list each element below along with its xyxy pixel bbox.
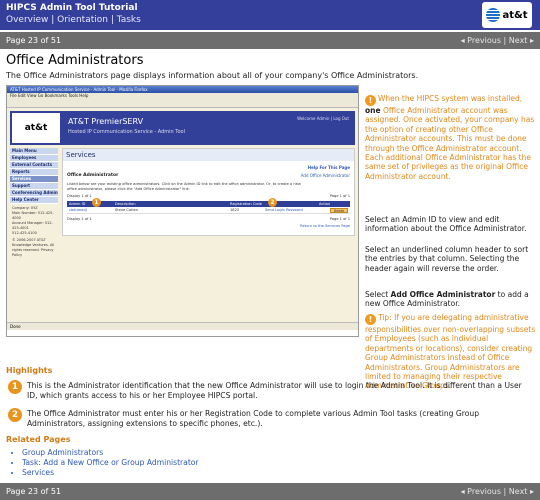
cell-description: Steve Cohen [115, 208, 138, 212]
app-title: HIPCS Admin Tool Tutorial [6, 3, 138, 13]
contact-info: Company: XYZ Main Number: 512-425-4000 A… [12, 206, 54, 235]
add-text-bold: Add Office Administrator [390, 290, 496, 299]
highlight-number-1: 1 [8, 380, 22, 394]
pager-nav: ◂ Previous | Next ▸ [461, 36, 534, 45]
portal-logo: at&t [12, 113, 60, 143]
admin-tool-screenshot: AT&T Hosted IP Communication Service - A… [6, 85, 359, 337]
portal-banner: at&t AT&T PremierSERV Hosted IP Communic… [10, 111, 355, 145]
cell-admin-id: cbaumadj [69, 208, 87, 212]
copyright-text: © 2006-2007 AT&T Knowledge Ventures. All… [12, 238, 55, 257]
portal-brand: AT&T PremierSERV [68, 117, 144, 126]
portal-help-link: Help For This Page [307, 165, 350, 170]
page-number: Page 23 of 51 [6, 36, 62, 45]
next-link[interactable]: Next ▸ [509, 36, 534, 45]
related-link-services[interactable]: Services [22, 468, 199, 478]
portal-display-count: Display 1 of 1 [67, 194, 92, 198]
cell-registration-code: 1825 [230, 208, 240, 212]
note-text-bold: one [365, 106, 381, 115]
sidebar-item-conferencing: Conferencing Admin [10, 190, 58, 197]
globe-icon [486, 8, 501, 22]
portal-heading: Office Administrator [67, 173, 119, 178]
cell-send-password: Send Login Password [265, 208, 303, 212]
related-pages-list: Group Administrators Task: Add a New Off… [22, 448, 199, 478]
portal-subtitle: Hosted IP Communication Service - Admin … [68, 129, 185, 135]
browser-toolbar [7, 99, 358, 108]
next-link-bottom[interactable]: Next ▸ [509, 487, 534, 496]
top-nav: Overview | Orientation | Tasks [6, 15, 141, 25]
highlight-text-1: This is the Administrator identification… [27, 381, 522, 400]
portal-welcome: Welcome Admin | Log Out [297, 116, 349, 121]
pager-separator-bottom: | [503, 487, 507, 496]
sidebar-item-employees: Employees [10, 155, 58, 162]
portal-page-count-bottom: Page 1 of 1 [329, 217, 350, 221]
note-text-pre: When the HIPCS system was installed, [378, 94, 523, 103]
add-text-pre: Select [365, 290, 391, 299]
callout-2-marker: 2 [268, 198, 277, 207]
install-note: ! When the HIPCS system was installed, on… [365, 94, 537, 181]
highlight-text-2: The Office Administrator must enter his … [27, 409, 480, 428]
cell-delete-button: Delete [330, 208, 348, 213]
sidebar-item-main-menu: Main Menu [10, 148, 58, 155]
nav-orientation[interactable]: Orientation [57, 15, 108, 25]
highlights-title: Highlights [6, 366, 53, 375]
note-text-post: Office Administrator account was assigne… [365, 106, 535, 181]
table-row: cbaumadj Steve Cohen 1825 Send Login Pas… [67, 207, 350, 214]
nav-tasks[interactable]: Tasks [117, 15, 141, 25]
app-header: HIPCS Admin Tool Tutorial Overview | Ori… [0, 0, 540, 30]
pager-bottom: Page 23 of 51 ◂ Previous | Next ▸ [0, 483, 540, 500]
tip-text: Tip: If you are delegating administrativ… [365, 313, 536, 391]
exclamation-icon: ! [365, 95, 376, 106]
related-link-add-admin-task[interactable]: Task: Add a New Office or Group Administ… [22, 458, 199, 468]
nav-overview[interactable]: Overview [6, 15, 48, 25]
portal-display-count-bottom: Display 1 of 1 [67, 217, 92, 221]
pager-top: Page 23 of 51 ◂ Previous | Next ▸ [0, 32, 540, 49]
sidebar-item-services: Services [10, 176, 58, 183]
portal-sidebar: Main Menu Employees External Contacts Re… [10, 148, 58, 258]
portal-main: Services Help For This Page Office Admin… [62, 148, 355, 236]
portal-description: Listed below are your existing office ad… [67, 182, 301, 191]
sidebar-item-external-contacts: External Contacts [10, 162, 58, 169]
related-pages-title: Related Pages [6, 435, 71, 444]
callout-1-marker: 1 [92, 198, 101, 207]
att-logo: at&t [482, 2, 532, 28]
page-intro: The Office Administrators page displays … [6, 71, 419, 80]
page-number-bottom: Page 23 of 51 [6, 487, 62, 496]
related-link-group-admins[interactable]: Group Administrators [22, 448, 199, 458]
tip-exclamation-icon: ! [365, 314, 376, 325]
sidebar-item-help-center: Help Center [10, 197, 58, 204]
page-title: Office Administrators [6, 53, 144, 68]
portal-page-count: Page 1 of 1 [329, 194, 350, 198]
previous-link-bottom[interactable]: ◂ Previous [461, 487, 501, 496]
portal-add-link: Add Office Administrator [300, 173, 350, 178]
portal-tab-title: Services [63, 149, 354, 161]
browser-title: AT&T Hosted IP Communication Service - A… [7, 86, 358, 93]
sidebar-item-reports: Reports [10, 169, 58, 176]
instruction-add: Select Add Office Administrator to add a… [365, 290, 537, 309]
instruction-sort: Select an underlined column header to so… [365, 245, 529, 273]
instruction-select-admin: Select an Admin ID to view and edit info… [365, 215, 527, 234]
pager-nav-bottom: ◂ Previous | Next ▸ [461, 487, 534, 496]
browser-status: Done [7, 322, 358, 330]
highlight-number-2: 2 [8, 408, 22, 422]
sidebar-item-support: Support [10, 183, 58, 190]
portal-return-link: Return to the Services Page [300, 224, 350, 228]
highlight-item-2: 2 The Office Administrator must enter hi… [6, 408, 536, 430]
highlight-item-1: 1 This is the Administrator identificati… [6, 380, 536, 402]
browser-content: at&t AT&T PremierSERV Hosted IP Communic… [7, 108, 358, 330]
att-logo-text: at&t [502, 9, 528, 21]
previous-link[interactable]: ◂ Previous [461, 36, 501, 45]
pager-separator: | [503, 36, 507, 45]
